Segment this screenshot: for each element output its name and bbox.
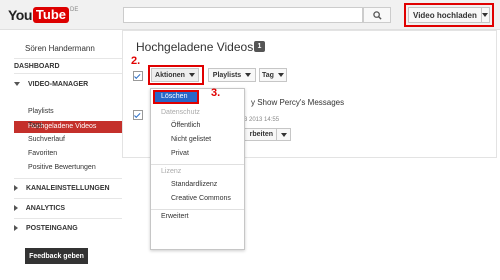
chevron-down-icon: [277, 73, 284, 77]
search-input[interactable]: [123, 7, 363, 23]
search-button[interactable]: [363, 7, 391, 23]
menu-item-standard-license[interactable]: Standardlizenz: [151, 181, 244, 188]
sidebar-item-tags[interactable]: Tags: [28, 122, 43, 129]
sidebar-item-playlists[interactable]: Playlists: [28, 108, 54, 115]
playlists-button[interactable]: Playlists: [208, 68, 256, 82]
video-count-badge: 1: [254, 41, 265, 52]
expand-arrow-icon: [14, 185, 18, 192]
sidebar-item-video-manager[interactable]: VIDEO-MANAGER: [14, 81, 88, 88]
license-section-header: Lizenz: [161, 168, 182, 175]
search-icon: [372, 10, 382, 20]
checkmark-icon: [134, 111, 141, 118]
tag-button[interactable]: Tag: [259, 68, 287, 82]
upload-video-button[interactable]: Video hochladen: [408, 7, 482, 23]
actions-button[interactable]: Aktionen: [151, 68, 199, 82]
select-all-checkbox[interactable]: [133, 71, 143, 81]
step-2-label: 2.: [131, 55, 141, 67]
page-title: Hochgeladene Videos: [136, 40, 254, 54]
sidebar-item-inbox[interactable]: POSTEINGANG: [14, 225, 78, 232]
top-bar: You Tube DE Video hochladen: [0, 0, 500, 30]
expand-arrow-icon: [14, 225, 18, 232]
delete-menu-item[interactable]: Löschen: [153, 90, 199, 104]
sidebar-item-channel-settings[interactable]: KANALEINSTELLUNGEN: [14, 185, 110, 192]
edit-button[interactable]: rbeiten: [240, 128, 277, 141]
youtube-logo[interactable]: You Tube DE: [8, 6, 78, 24]
sidebar-divider: [14, 178, 122, 179]
upload-highlight: Video hochladen: [404, 3, 494, 27]
chevron-down-icon: [280, 132, 287, 137]
expand-arrow-icon: [14, 82, 20, 87]
upload-menu-button[interactable]: [481, 7, 490, 23]
menu-item-public[interactable]: Öffentlich: [151, 122, 244, 129]
chevron-down-icon: [245, 73, 252, 77]
sidebar-divider: [14, 58, 122, 59]
actions-dropdown-menu: Löschen Datenschutz Öffentlich Nicht gel…: [150, 88, 245, 250]
sidebar-divider: [14, 198, 122, 199]
feedback-button[interactable]: Feedback geben: [25, 248, 88, 264]
sidebar-item-search-history[interactable]: Suchverlauf: [28, 136, 65, 143]
menu-item-unlisted[interactable]: Nicht gelistet: [151, 136, 244, 143]
step-3-label: 3.: [211, 87, 221, 99]
menu-divider: [151, 164, 244, 165]
sidebar-divider: [14, 73, 122, 74]
sidebar-item-favorites[interactable]: Favoriten: [28, 150, 57, 157]
sidebar-item-dashboard[interactable]: DASHBOARD: [14, 63, 60, 70]
menu-item-advanced[interactable]: Erweitert: [151, 213, 244, 220]
chevron-down-icon: [482, 13, 489, 17]
menu-item-creative-commons[interactable]: Creative Commons: [151, 195, 244, 202]
menu-divider: [151, 209, 244, 210]
actions-highlight: Aktionen: [148, 65, 204, 85]
menu-item-private[interactable]: Privat: [151, 150, 244, 157]
checkmark-icon: [134, 72, 141, 79]
video-title[interactable]: y Show Percy's Messages: [251, 98, 344, 107]
expand-arrow-icon: [14, 205, 18, 212]
privacy-section-header: Datenschutz: [161, 109, 200, 116]
chevron-down-icon: [188, 73, 195, 77]
edit-menu-button[interactable]: [277, 128, 291, 141]
main-content: Hochgeladene Videos 1 Aktionen Playlists…: [122, 30, 500, 280]
sidebar-divider: [14, 218, 122, 219]
video-date: 3 2013 14:55: [244, 117, 280, 123]
channel-name[interactable]: Sören Handermann: [25, 44, 95, 53]
sidebar-item-likes[interactable]: Positive Bewertungen: [28, 164, 96, 171]
video-checkbox[interactable]: [133, 110, 143, 120]
sidebar-item-analytics[interactable]: ANALYTICS: [14, 205, 65, 212]
